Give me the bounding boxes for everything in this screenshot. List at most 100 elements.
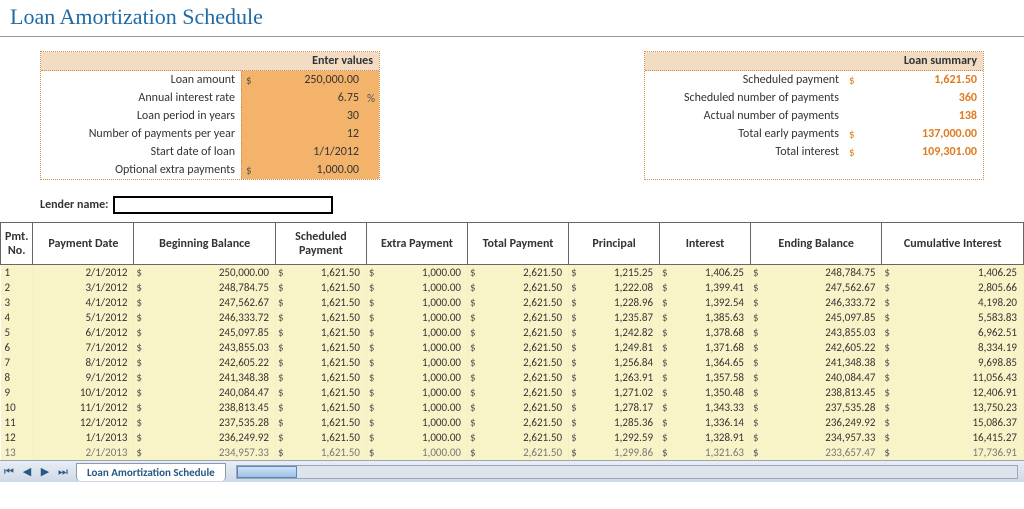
table-row[interactable]: 67/1/2012$243,855.03$1,621.50$1,000.00$2… [1, 340, 1024, 355]
cell-cumulative-interest: $17,736.91 [882, 445, 1024, 460]
cell-cumulative-interest: $2,805.66 [882, 280, 1024, 295]
nav-last-icon[interactable]: ⏭ [54, 464, 72, 480]
cell-principal: $1,299.86 [569, 445, 660, 460]
cell-principal: $1,215.25 [569, 265, 660, 281]
cell-scheduled-payment: $1,621.50 [275, 430, 366, 445]
summary-label: Total interest [645, 145, 845, 159]
summary-value: 109,301.00 [863, 145, 979, 159]
cell-ending-balance: $240,084.47 [751, 370, 882, 385]
cell-pmt-no: 5 [1, 325, 33, 340]
cell-extra-payment: $1,000.00 [366, 445, 467, 460]
cell-beginning-balance: $240,084.47 [134, 385, 276, 400]
cell-interest: $1,357.58 [660, 370, 751, 385]
cell-scheduled-payment: $1,621.50 [275, 280, 366, 295]
table-row[interactable]: 23/1/2012$248,784.75$1,621.50$1,000.00$2… [1, 280, 1024, 295]
horizontal-scrollbar[interactable] [236, 465, 1018, 479]
input-cell[interactable]: 30 [241, 107, 379, 125]
table-row[interactable]: 132/1/2013$234,957.33$1,621.50$1,000.00$… [1, 445, 1024, 460]
cell-date: 11/1/2012 [33, 400, 134, 415]
cell-extra-payment: $1,000.00 [366, 385, 467, 400]
cell-total-payment: $2,621.50 [467, 340, 568, 355]
cell-pmt-no: 2 [1, 280, 33, 295]
cell-total-payment: $2,621.50 [467, 325, 568, 340]
input-label: Annual interest rate [41, 91, 241, 105]
table-row[interactable]: 1112/1/2012$237,535.28$1,621.50$1,000.00… [1, 415, 1024, 430]
column-header: Principal [569, 223, 660, 265]
input-cell[interactable]: $250,000.00 [241, 71, 379, 89]
cell-date: 1/1/2013 [33, 430, 134, 445]
cell-pmt-no: 3 [1, 295, 33, 310]
enter-values-panel: Enter values Loan amount$250,000.00Annua… [40, 51, 380, 180]
sheet-tab-active[interactable]: Loan Amortization Schedule [76, 463, 226, 481]
cell-ending-balance: $236,249.92 [751, 415, 882, 430]
table-row[interactable]: 12/1/2012$250,000.00$1,621.50$1,000.00$2… [1, 265, 1024, 281]
input-value: 30 [260, 109, 361, 123]
input-cell[interactable]: $1,000.00 [241, 161, 379, 179]
table-row[interactable]: 34/1/2012$247,562.67$1,621.50$1,000.00$2… [1, 295, 1024, 310]
cell-interest: $1,364.65 [660, 355, 751, 370]
lender-name-input[interactable] [113, 196, 333, 214]
cell-extra-payment: $1,000.00 [366, 415, 467, 430]
cell-extra-payment: $1,000.00 [366, 370, 467, 385]
nav-prev-icon[interactable]: ◀ [18, 464, 36, 480]
cell-extra-payment: $1,000.00 [366, 400, 467, 415]
cell-extra-payment: $1,000.00 [366, 340, 467, 355]
cell-pmt-no: 4 [1, 310, 33, 325]
table-row[interactable]: 1011/1/2012$238,813.45$1,621.50$1,000.00… [1, 400, 1024, 415]
input-value: 6.75 [260, 91, 361, 105]
summary-cell: $109,301.00 [845, 143, 983, 161]
cell-interest: $1,343.33 [660, 400, 751, 415]
cell-date: 8/1/2012 [33, 355, 134, 370]
cell-scheduled-payment: $1,621.50 [275, 370, 366, 385]
cell-date: 2/1/2012 [33, 265, 134, 281]
cell-extra-payment: $1,000.00 [366, 325, 467, 340]
table-row[interactable]: 910/1/2012$240,084.47$1,621.50$1,000.00$… [1, 385, 1024, 400]
cell-pmt-no: 6 [1, 340, 33, 355]
cell-pmt-no: 11 [1, 415, 33, 430]
summary-cell: 138 [845, 107, 983, 125]
cell-pmt-no: 10 [1, 400, 33, 415]
column-header: Interest [660, 223, 751, 265]
cell-principal: $1,242.82 [569, 325, 660, 340]
unit-symbol: % [361, 92, 375, 105]
input-cell[interactable]: 12 [241, 125, 379, 143]
cell-scheduled-payment: $1,621.50 [275, 385, 366, 400]
cell-date: 5/1/2012 [33, 310, 134, 325]
cell-extra-payment: $1,000.00 [366, 295, 467, 310]
table-row[interactable]: 89/1/2012$241,348.38$1,621.50$1,000.00$2… [1, 370, 1024, 385]
table-row[interactable]: 121/1/2013$236,249.92$1,621.50$1,000.00$… [1, 430, 1024, 445]
cell-interest: $1,350.48 [660, 385, 751, 400]
input-cell[interactable]: 6.75% [241, 89, 379, 107]
currency-symbol: $ [849, 146, 863, 159]
cell-scheduled-payment: $1,621.50 [275, 265, 366, 281]
cell-total-payment: $2,621.50 [467, 415, 568, 430]
column-header: Cumulative Interest [882, 223, 1024, 265]
cell-extra-payment: $1,000.00 [366, 265, 467, 281]
cell-scheduled-payment: $1,621.50 [275, 295, 366, 310]
cell-interest: $1,385.63 [660, 310, 751, 325]
summary-label: Scheduled number of payments [645, 91, 845, 105]
summary-value: 1,621.50 [863, 73, 979, 87]
cell-scheduled-payment: $1,621.50 [275, 445, 366, 460]
cell-principal: $1,292.59 [569, 430, 660, 445]
cell-total-payment: $2,621.50 [467, 430, 568, 445]
table-row[interactable]: 78/1/2012$242,605.22$1,621.50$1,000.00$2… [1, 355, 1024, 370]
column-header: Payment Date [33, 223, 134, 265]
cell-ending-balance: $234,957.33 [751, 430, 882, 445]
cell-extra-payment: $1,000.00 [366, 430, 467, 445]
nav-next-icon[interactable]: ▶ [36, 464, 54, 480]
loan-summary-panel: Loan summary Scheduled payment$1,621.50S… [644, 51, 984, 180]
amortization-table: Pmt. No.Payment DateBeginning BalanceSch… [0, 222, 1024, 460]
input-label: Loan period in years [41, 109, 241, 123]
input-cell[interactable]: 1/1/2012 [241, 143, 379, 161]
nav-first-icon[interactable]: ⏮ [0, 464, 18, 480]
input-value: 1/1/2012 [260, 145, 361, 159]
table-row[interactable]: 56/1/2012$245,097.85$1,621.50$1,000.00$2… [1, 325, 1024, 340]
cell-pmt-no: 1 [1, 265, 33, 281]
cell-cumulative-interest: $9,698.85 [882, 355, 1024, 370]
cell-beginning-balance: $248,784.75 [134, 280, 276, 295]
cell-scheduled-payment: $1,621.50 [275, 310, 366, 325]
input-label: Loan amount [41, 73, 241, 87]
table-row[interactable]: 45/1/2012$246,333.72$1,621.50$1,000.00$2… [1, 310, 1024, 325]
cell-interest: $1,371.68 [660, 340, 751, 355]
